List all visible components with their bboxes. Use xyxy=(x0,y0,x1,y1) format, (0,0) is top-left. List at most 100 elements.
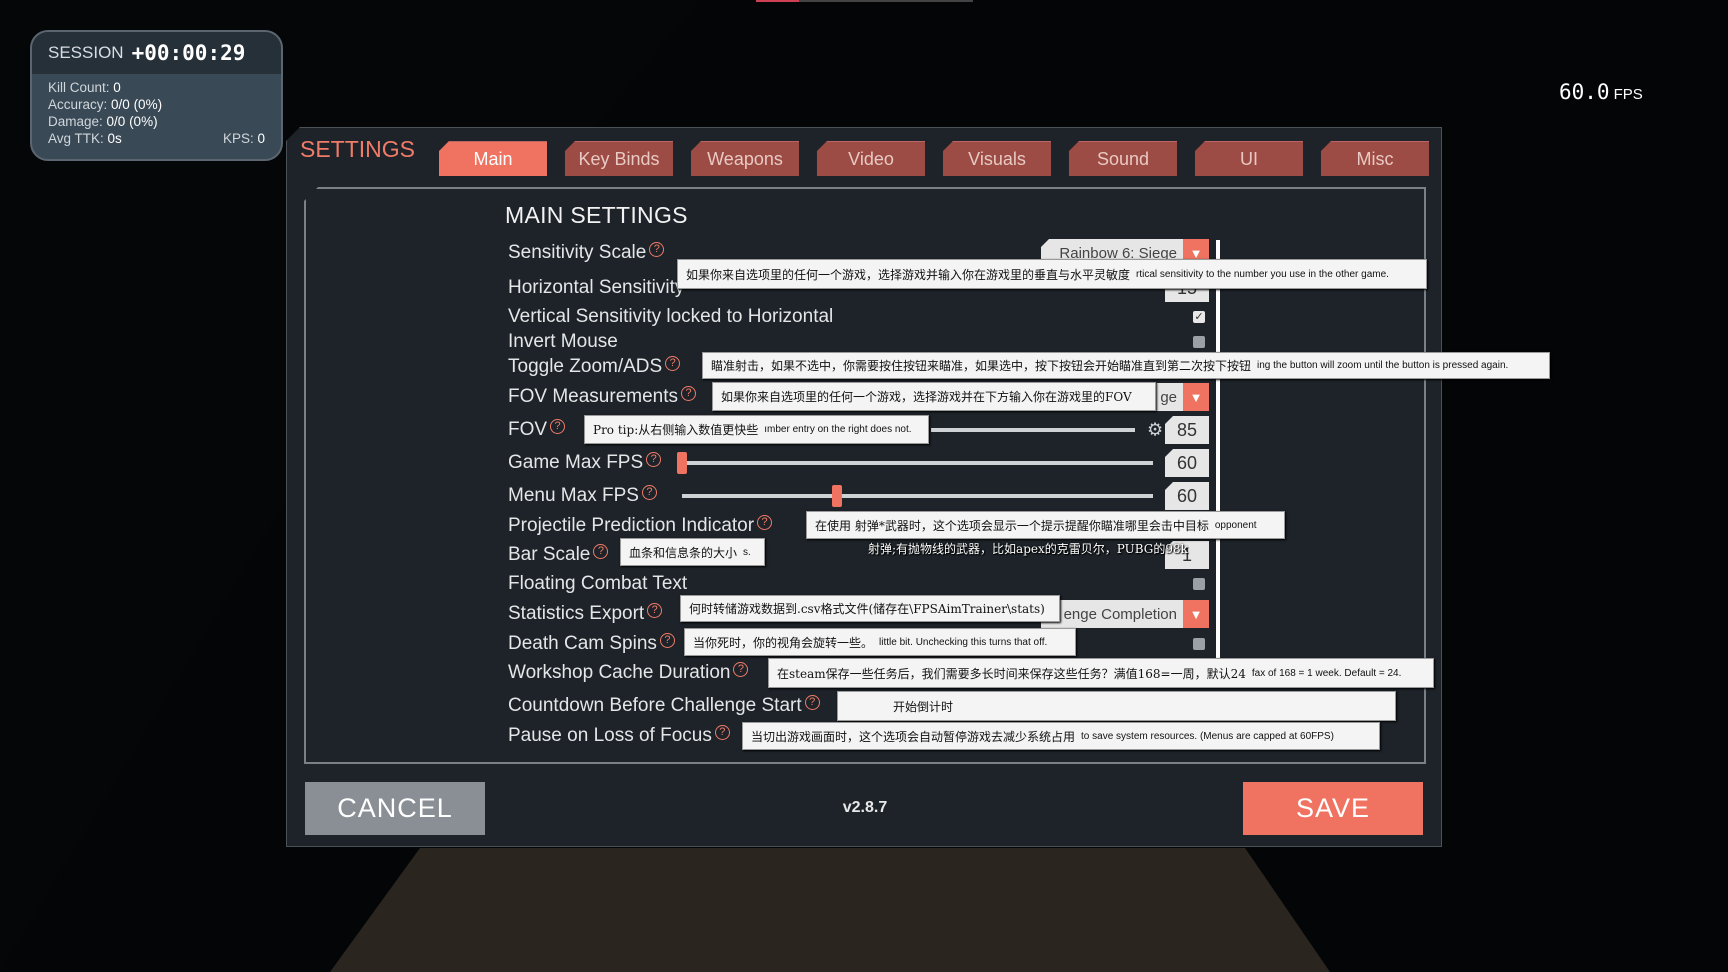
setting-label-text: Death Cam Spins xyxy=(508,633,657,654)
fps-label: FPS xyxy=(1613,86,1643,103)
tooltip-original-text: ımber entry on the right does not. xyxy=(764,424,912,435)
save-button[interactable]: SAVE xyxy=(1243,782,1423,835)
setting-label-text: Workshop Cache Duration xyxy=(508,662,731,683)
fov-measurements-dropdown[interactable]: ge ▼ xyxy=(1149,383,1209,411)
dropdown-value: ge xyxy=(1160,388,1177,406)
setting-label-pause-on-loss-of-focus: Pause on Loss of Focus? xyxy=(508,724,730,747)
tab-visuals[interactable]: Visuals xyxy=(943,141,1051,176)
help-icon[interactable]: ? xyxy=(641,484,657,500)
cancel-button[interactable]: CANCEL xyxy=(305,782,485,835)
invert-mouse-checkbox[interactable] xyxy=(1193,336,1205,348)
tab-misc[interactable]: Misc xyxy=(1321,141,1429,176)
menu-max-fps-value[interactable]: 60 xyxy=(1165,482,1209,510)
session-label: SESSION xyxy=(48,43,124,62)
tooltip-translation: 在steam保存一些任务后，我们需要多长时间来保存这些任务？满值168=一周，默… xyxy=(777,666,1246,681)
death-cam-spins-checkbox[interactable] xyxy=(1193,638,1205,650)
setting-label-invert-mouse: Invert Mouse xyxy=(508,331,618,353)
fov-value[interactable]: 85 xyxy=(1165,416,1209,444)
help-icon[interactable]: ? xyxy=(714,724,730,740)
setting-label-death-cam-spins: Death Cam Spins? xyxy=(508,632,675,655)
setting-label-text: Invert Mouse xyxy=(508,331,618,352)
setting-label-text: Sensitivity Scale xyxy=(508,242,647,263)
setting-label-text: FOV xyxy=(508,419,548,440)
tooltip-original-text: to save system resources. (Menus are cap… xyxy=(1081,730,1334,742)
setting-label-text: Menu Max FPS xyxy=(508,485,639,506)
chevron-down-icon[interactable]: ▼ xyxy=(1183,383,1209,411)
tooltip-original-text: s. xyxy=(743,546,751,558)
tooltip-translation: 瞄准射击，如果不选中，你需要按住按钮来瞄准，如果选中，按下按钮会开始瞄准直到第二… xyxy=(711,359,1252,373)
setting-label-text: Floating Combat Text xyxy=(508,573,688,594)
kps: 0 xyxy=(257,131,265,146)
tooltip: 瞄准射击，如果不选中，你需要按住按钮来瞄准，如果选中，按下按钮会开始瞄准直到第二… xyxy=(702,352,1550,379)
damage-label: Damage: xyxy=(48,114,103,129)
setting-label-text: Horizontal Sensitivity xyxy=(508,277,685,298)
statistics-export-dropdown[interactable]: enge Completion ▼ xyxy=(1041,600,1209,628)
main-settings-heading: MAIN SETTINGS xyxy=(505,202,688,228)
tooltip: 当切出游戏画面时，这个选项会自动暂停游戏去减少系统占用 to save syste… xyxy=(742,722,1380,750)
chevron-down-icon[interactable]: ▼ xyxy=(1183,600,1209,628)
kill-count-label: Kill Count: xyxy=(48,80,110,95)
help-icon[interactable]: ? xyxy=(659,632,675,648)
tab-main[interactable]: Main xyxy=(439,141,547,176)
help-icon[interactable]: ? xyxy=(593,543,609,559)
tab-ui[interactable]: UI xyxy=(1195,141,1303,176)
settings-title: SETTINGS xyxy=(300,136,416,162)
gear-icon[interactable]: ⚙ xyxy=(1147,420,1163,441)
tooltip-translation: 当切出游戏画面时，这个选项会自动暂停游戏去减少系统占用 xyxy=(751,729,1076,744)
session-timer: +00:00:29 xyxy=(131,41,246,65)
tooltip: 血条和信息条的大小 s. xyxy=(620,538,765,566)
tooltip: 何时转储游戏数据到.csv格式文件(储存在\FPSAimTrainer\stat… xyxy=(680,595,1060,622)
help-icon[interactable]: ? xyxy=(757,514,773,530)
setting-label-bar-scale: Bar Scale? xyxy=(508,543,609,566)
fps-value: 60.0 xyxy=(1559,80,1610,104)
tab-sound[interactable]: Sound xyxy=(1069,141,1177,176)
accuracy-label: Accuracy: xyxy=(48,97,108,112)
dropdown-value: enge Completion xyxy=(1063,605,1177,623)
tooltip-original-text: rtical sensitivity to the number you use… xyxy=(1136,268,1389,280)
setting-label-workshop-cache-duration: Workshop Cache Duration? xyxy=(508,661,749,684)
tooltip: 如果你来自选项里的任何一个游戏，选择游戏并输入你在游戏里的垂直与水平灵敏度 rti… xyxy=(677,259,1427,289)
setting-label-text: FOV Measurements xyxy=(508,386,678,407)
tooltip-original-text: little bit. Unchecking this turns that o… xyxy=(879,636,1048,648)
tooltip-translation: 血条和信息条的大小 xyxy=(629,545,738,560)
tab-key-binds[interactable]: Key Binds xyxy=(565,141,673,176)
setting-label-text: Pause on Loss of Focus xyxy=(508,725,712,746)
help-icon[interactable]: ? xyxy=(647,602,663,618)
vertical-sensitivity-locked-to-horizontal-checkbox[interactable]: ✓ xyxy=(1193,311,1205,323)
help-icon[interactable]: ? xyxy=(649,241,665,257)
floating-combat-text-checkbox[interactable] xyxy=(1193,578,1205,590)
tooltip-original-text: ing the button will zoom until the butto… xyxy=(1257,360,1509,371)
tooltip-original-text: fax of 168 = 1 week. Default = 24. xyxy=(1251,667,1402,679)
setting-label-floating-combat-text: Floating Combat Text xyxy=(508,573,687,595)
menu-max-fps-slider-handle[interactable] xyxy=(832,485,843,507)
setting-label-game-max-fps: Game Max FPS? xyxy=(508,451,662,474)
tab-video[interactable]: Video xyxy=(817,141,925,176)
setting-label-text: Vertical Sensitivity locked to Horizonta… xyxy=(508,306,834,327)
tooltip-translation: 在使用 射弹*武器时，这个选项会显示一个提示提醒你瞄准哪里会击中目标 xyxy=(815,518,1209,533)
tooltip: 在steam保存一些任务后，我们需要多长时间来保存这些任务？满值168=一周，默… xyxy=(768,658,1434,688)
help-icon[interactable]: ? xyxy=(646,451,662,467)
scrollbar[interactable] xyxy=(1216,240,1220,660)
setting-label-text: Statistics Export xyxy=(508,603,645,624)
menu-max-fps-slider-track[interactable] xyxy=(682,494,1153,498)
help-icon[interactable]: ? xyxy=(550,418,566,434)
help-icon[interactable]: ? xyxy=(681,385,696,401)
game-max-fps-slider-handle[interactable] xyxy=(677,452,687,474)
avg-ttk: 0s xyxy=(107,131,122,146)
help-icon[interactable]: ? xyxy=(665,355,681,371)
help-icon[interactable]: ? xyxy=(804,694,820,710)
setting-label-projectile-prediction-indicator: Projectile Prediction Indicator? xyxy=(508,514,773,537)
setting-label-fov: FOV? xyxy=(508,418,566,441)
setting-label-toggle-zoom-ads: Toggle Zoom/ADS? xyxy=(508,355,681,378)
setting-label-statistics-export: Statistics Export? xyxy=(508,602,663,625)
tooltip-original-text: opponent xyxy=(1214,519,1257,531)
top-indicator xyxy=(756,0,799,2)
help-icon[interactable]: ? xyxy=(733,661,749,677)
accuracy: 0/0 (0%) xyxy=(111,97,163,112)
tooltip: Pro tip:从右侧输入数值更快些 ımber entry on the rig… xyxy=(584,415,929,444)
game-max-fps-value[interactable]: 60 xyxy=(1165,449,1209,477)
fov-slider-track[interactable] xyxy=(931,428,1135,432)
game-max-fps-slider-track[interactable] xyxy=(682,461,1153,465)
setting-label-countdown-before-challenge-start: Countdown Before Challenge Start? xyxy=(508,694,820,717)
tab-weapons[interactable]: Weapons xyxy=(691,141,799,176)
